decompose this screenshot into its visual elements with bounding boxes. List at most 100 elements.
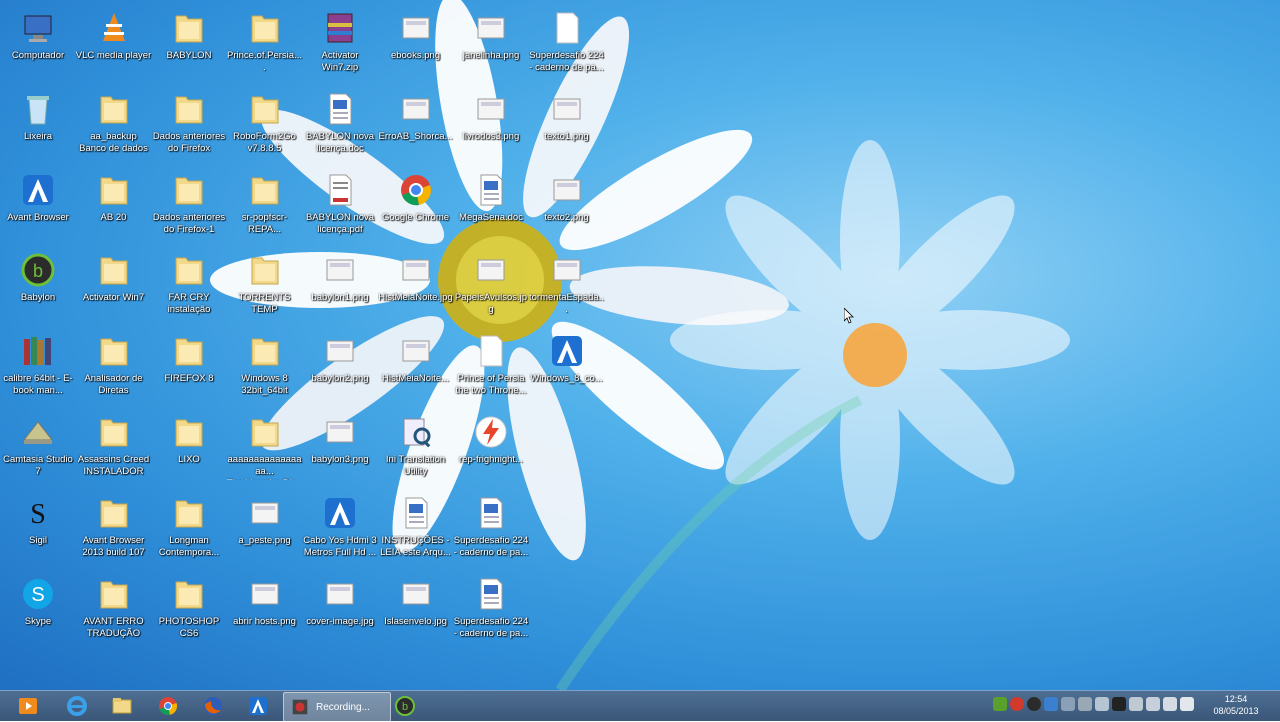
desktop-icon[interactable]: Avant Browser [0, 168, 76, 246]
svg-text:S: S [31, 584, 44, 606]
tray-arrow-icon[interactable] [1061, 697, 1075, 711]
desktop-icon[interactable]: Dados anteriores do Firefox [151, 87, 227, 165]
desktop-icon[interactable]: calibre 64bit - E-book man... [0, 329, 76, 407]
desktop-icon[interactable]: janelinha.png [453, 6, 529, 84]
desktop-icon-label: AB 20 [100, 211, 127, 223]
babylon-icon: b [20, 252, 56, 288]
desktop-icon[interactable]: Computador [0, 6, 76, 84]
desktop-icon[interactable]: sr-popfscr-REPA... [227, 168, 303, 246]
desktop-icon[interactable]: FIREFOX 8 [151, 329, 227, 407]
skype-icon: S [20, 576, 56, 612]
desktop-icon[interactable]: BABYLON nova licença.doc [302, 87, 378, 165]
desktop-icon[interactable]: MegaSena.doc [453, 168, 529, 246]
desktop-icon[interactable]: PapeisAvulsos.jpg [453, 248, 529, 326]
desktop-icon[interactable]: INSTRUÇÕES - LEIA este Arqu... [378, 491, 454, 569]
desktop-icon-label: ebooks.png [390, 50, 441, 61]
desktop-icon[interactable]: LIXO [151, 410, 227, 488]
desktop-icon[interactable]: PHOTOSHOP CS6 [151, 572, 227, 650]
desktop-icon-label: aa_backup Banco de dados [79, 130, 148, 154]
tray-monitor-icon[interactable] [1146, 697, 1160, 711]
desktop-icon[interactable]: a_peste.png [227, 491, 303, 569]
desktop-icon[interactable]: HistMeiaNoite.jpg [378, 248, 454, 326]
desktop-icon[interactable]: Cabo Yos Hdmi 3 Metros Full Hd ... [302, 491, 378, 569]
desktop-icon[interactable]: ErroAB_Shorca... [378, 87, 454, 165]
desktop-icon-label: HistMeiaNoite... [381, 373, 450, 385]
tray-flag-icon[interactable] [1180, 697, 1194, 711]
tray-blue-icon[interactable] [1044, 697, 1058, 711]
tray-antivirus-icon[interactable] [1112, 697, 1126, 711]
desktop-icon[interactable]: AVANT ERRO TRADUÇÃO [76, 572, 152, 650]
desktop-icon-label: Superdesafio 224 - caderno de pa... [453, 615, 529, 639]
tray-volume-icon[interactable] [1163, 697, 1177, 711]
desktop-icon[interactable]: FAR CRY instalação [151, 248, 227, 326]
desktop-icon[interactable]: Avant Browser 2013 build 107 [76, 491, 152, 569]
desktop-icon[interactable]: Superdesafio 224 - caderno de pa... [453, 491, 529, 569]
desktop-icon[interactable]: babylon3.png [302, 410, 378, 488]
tray-gray-icon[interactable] [1078, 697, 1092, 711]
desktop-icon[interactable]: S Skype [0, 572, 76, 650]
desktop-icon[interactable]: Lixeira [0, 87, 76, 165]
desktop-icon[interactable]: RoboForm2Go v7.8.8.5 [227, 87, 303, 165]
recording-taskbar-button[interactable]: Recording... [283, 692, 391, 722]
tray-red-icon[interactable] [1010, 697, 1024, 711]
file-explorer-taskbar-icon[interactable] [102, 693, 142, 719]
desktop-icon[interactable]: Longman Contempora... [151, 491, 227, 569]
tray-shield-icon[interactable] [1129, 697, 1143, 711]
desktop-icon[interactable]: Google Chrome [378, 168, 454, 246]
desktop-icon[interactable]: texto2.png [529, 168, 605, 246]
desktop-icon[interactable]: livrodos3.png [453, 87, 529, 165]
taskbar-clock[interactable]: 12:54 08/05/2013 [1200, 693, 1272, 717]
desktop-icon[interactable]: S Sigil [0, 491, 76, 569]
desktop-icon[interactable]: Assassins Creed INSTALADOR [76, 410, 152, 488]
desktop-icon[interactable]: Analisador de Diretas [76, 329, 152, 407]
desktop-icon[interactable]: aaaaaaaaaaaaaaaa... The.Vampire.Dia... [227, 410, 303, 488]
desktop-icon[interactable]: BABYLON [151, 6, 227, 84]
desktop-icon[interactable]: Dados anteriores do Firefox-1 [151, 168, 227, 246]
media-player-taskbar-icon[interactable] [8, 693, 48, 719]
desktop-icon[interactable]: HistMeiaNoite... [378, 329, 454, 407]
desktop-icon[interactable]: ebooks.png [378, 6, 454, 84]
desktop-icon[interactable]: cover-image.jpg [302, 572, 378, 650]
folder-icon [96, 495, 132, 531]
desktop-icon[interactable]: abrir hosts.png [227, 572, 303, 650]
desktop-icon[interactable]: tormentaEspada... [529, 248, 605, 326]
firefox-taskbar-icon[interactable] [193, 693, 233, 719]
desktop-icon[interactable]: AB 20 [76, 168, 152, 246]
desktop-icon[interactable]: Islasenvelo.jpg [378, 572, 454, 650]
desktop-icon-label: Ini Translation Utility [385, 454, 446, 477]
desktop-icon[interactable]: Superdesafio 224 - caderno de pa... [529, 6, 605, 84]
tray-babylon-icon[interactable] [1027, 697, 1041, 711]
desktop-icon[interactable]: babylon2.png [302, 329, 378, 407]
babylon-taskbar-icon[interactable]: b [385, 693, 425, 719]
avant-browser-taskbar-icon[interactable] [238, 693, 278, 719]
avant-icon [20, 172, 56, 208]
desktop-icon[interactable]: Windows_8_co... [529, 329, 605, 407]
folder-icon [96, 172, 132, 208]
desktop-icon[interactable]: TORRENTS TEMP [227, 248, 303, 326]
desktop-icon[interactable]: aa_backup Banco de dados [76, 87, 152, 165]
desktop-icon[interactable]: rep-frighnight... [453, 410, 529, 488]
desktop[interactable]: Computador Lixeira Avant Browser b Babylon ca… [0, 0, 1280, 690]
desktop-icon[interactable]: Prince of Persia the two Throne... [453, 329, 529, 407]
desktop-icon-label: HistMeiaNoite.jpg [378, 292, 453, 304]
desktop-icon[interactable]: Windows 8 32bit_64bit [227, 329, 303, 407]
internet-explorer-taskbar-icon[interactable] [57, 693, 97, 719]
clock-date: 08/05/2013 [1213, 706, 1259, 716]
desktop-icon[interactable]: Activator Win7.zip [302, 6, 378, 84]
desktop-icon[interactable]: BABYLON nova licença.pdf [302, 168, 378, 246]
desktop-icon[interactable]: Prince.of.Persia.... [227, 6, 303, 84]
desktop-icon[interactable]: b Babylon [0, 248, 76, 326]
desktop-icon[interactable]: Camtasia Studio 7 [0, 410, 76, 488]
desktop-icon[interactable]: Superdesafio 224 - caderno de pa... [453, 572, 529, 650]
desktop-icon[interactable]: babylon1.png [302, 248, 378, 326]
tray-green-icon[interactable] [993, 697, 1007, 711]
chrome-taskbar-icon[interactable] [148, 693, 188, 719]
desktop-icon[interactable]: Ini Translation Utility [378, 410, 454, 488]
tray-network-icon[interactable] [1095, 697, 1109, 711]
desktop-icon[interactable]: VLC media player [76, 6, 152, 84]
desktop-icon[interactable]: Activator Win7 [76, 248, 152, 326]
desktop-icon-label: FAR CRY instalação [167, 292, 211, 316]
folder-icon [96, 333, 132, 369]
desktop-icon[interactable]: texto1.png [529, 87, 605, 165]
svg-text:b: b [402, 701, 408, 713]
